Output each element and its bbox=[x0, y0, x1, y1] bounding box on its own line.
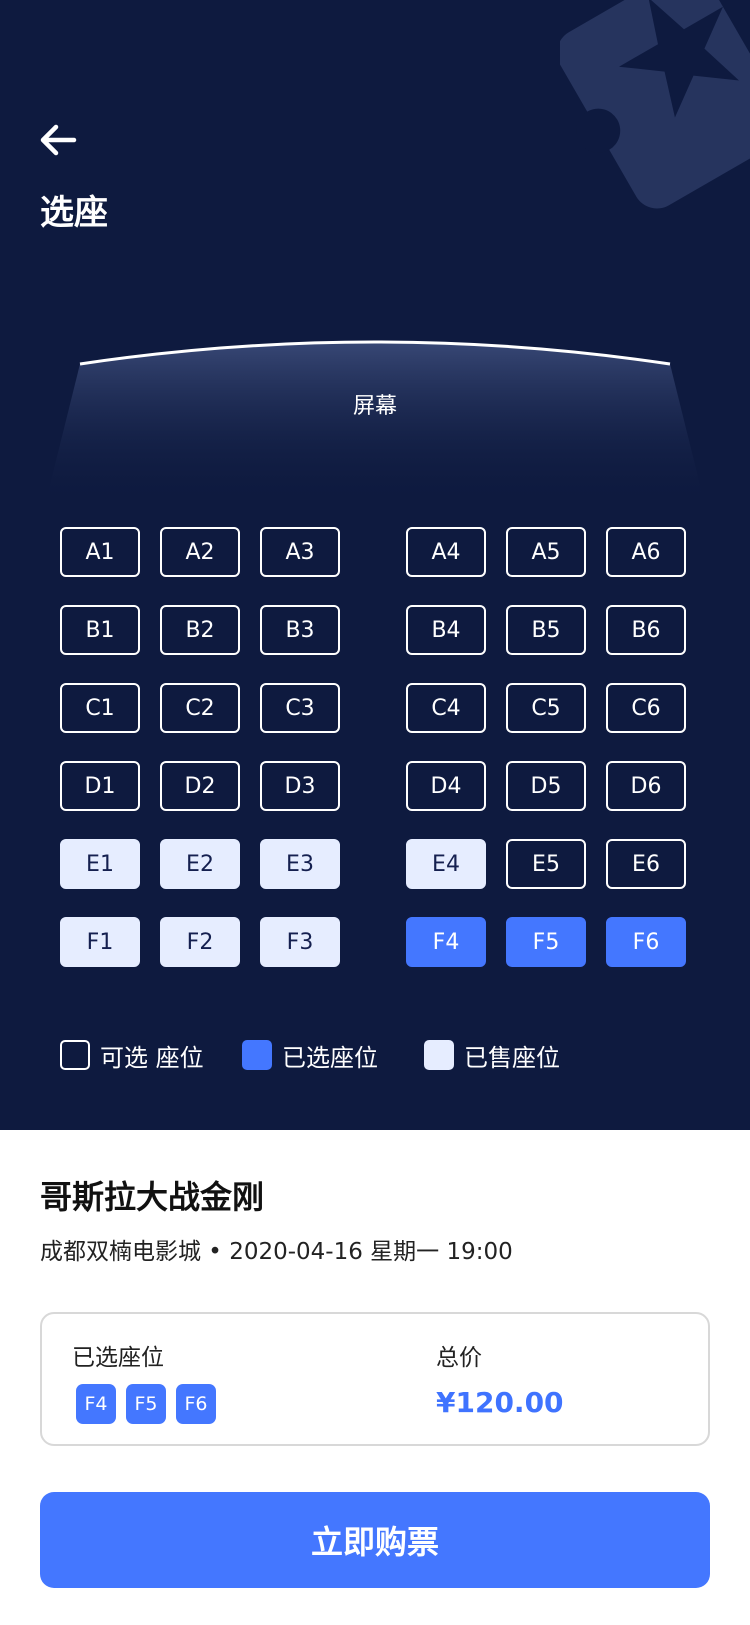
legend-selected: 已选座位 bbox=[242, 1038, 378, 1072]
selected-seats-label: 已选座位 bbox=[72, 1345, 164, 1371]
page-title: 选座 bbox=[40, 193, 108, 233]
legend-sold: 已售座位 bbox=[424, 1038, 560, 1072]
selected-seat-chip: F5 bbox=[126, 1384, 166, 1424]
total-price: ¥120.00 bbox=[436, 1386, 564, 1419]
seat-c2[interactable]: C2 bbox=[160, 683, 240, 733]
selected-seat-chips: F4 F5 F6 bbox=[76, 1384, 216, 1424]
seat-e2: E2 bbox=[160, 839, 240, 889]
seat-f3: F3 bbox=[260, 917, 340, 967]
seat-a3[interactable]: A3 bbox=[260, 527, 340, 577]
seat-e3: E3 bbox=[260, 839, 340, 889]
movie-title: 哥斯拉大战金刚 bbox=[40, 1178, 265, 1216]
selected-seat-swatch bbox=[242, 1040, 272, 1070]
seat-c6[interactable]: C6 bbox=[606, 683, 686, 733]
legend-available: 可选 座位 bbox=[60, 1038, 204, 1072]
buy-ticket-button[interactable]: 立即购票 bbox=[40, 1492, 710, 1588]
seat-d3[interactable]: D3 bbox=[260, 761, 340, 811]
seat-a6[interactable]: A6 bbox=[606, 527, 686, 577]
seat-d5[interactable]: D5 bbox=[506, 761, 586, 811]
seat-f4[interactable]: F4 bbox=[406, 917, 486, 967]
seat-d2[interactable]: D2 bbox=[160, 761, 240, 811]
seat-f6[interactable]: F6 bbox=[606, 917, 686, 967]
seat-b5[interactable]: B5 bbox=[506, 605, 586, 655]
ticket-star-icon bbox=[560, 0, 750, 209]
seat-d6[interactable]: D6 bbox=[606, 761, 686, 811]
seat-e5[interactable]: E5 bbox=[506, 839, 586, 889]
legend-available-label: 可选 座位 bbox=[100, 1043, 204, 1072]
seat-c5[interactable]: C5 bbox=[506, 683, 586, 733]
seat-c3[interactable]: C3 bbox=[260, 683, 340, 733]
seat-a4[interactable]: A4 bbox=[406, 527, 486, 577]
seat-c1[interactable]: C1 bbox=[60, 683, 140, 733]
seat-d4[interactable]: D4 bbox=[406, 761, 486, 811]
total-price-label: 总价 bbox=[436, 1345, 482, 1371]
available-seat-swatch bbox=[60, 1040, 90, 1070]
seat-b4[interactable]: B4 bbox=[406, 605, 486, 655]
seat-a1[interactable]: A1 bbox=[60, 527, 140, 577]
selected-seat-chip: F6 bbox=[176, 1384, 216, 1424]
seat-c4[interactable]: C4 bbox=[406, 683, 486, 733]
showtime-info: 成都双楠电影城 • 2020-04-16 星期一 19:00 bbox=[40, 1239, 513, 1265]
seat-f5[interactable]: F5 bbox=[506, 917, 586, 967]
seat-b1[interactable]: B1 bbox=[60, 605, 140, 655]
seat-a5[interactable]: A5 bbox=[506, 527, 586, 577]
seat-a2[interactable]: A2 bbox=[160, 527, 240, 577]
cinema-screen bbox=[45, 340, 705, 505]
sold-seat-swatch bbox=[424, 1040, 454, 1070]
selected-seat-chip: F4 bbox=[76, 1384, 116, 1424]
seat-f1: F1 bbox=[60, 917, 140, 967]
seat-d1[interactable]: D1 bbox=[60, 761, 140, 811]
seat-b3[interactable]: B3 bbox=[260, 605, 340, 655]
back-arrow-icon[interactable] bbox=[36, 118, 80, 162]
legend-sold-label: 已售座位 bbox=[464, 1043, 560, 1072]
legend-selected-label: 已选座位 bbox=[282, 1043, 378, 1072]
screen-label: 屏幕 bbox=[352, 394, 397, 419]
order-summary-card: 已选座位 F4 F5 F6 总价 ¥120.00 bbox=[40, 1312, 710, 1446]
seat-e4: E4 bbox=[406, 839, 486, 889]
seat-b2[interactable]: B2 bbox=[160, 605, 240, 655]
seat-e1: E1 bbox=[60, 839, 140, 889]
seat-e6[interactable]: E6 bbox=[606, 839, 686, 889]
seat-b6[interactable]: B6 bbox=[606, 605, 686, 655]
seat-map-section: 选座 屏幕 A1 A2 A3 A4 A5 A6 B1 B2 B3 B4 B5 B6 C1 C2 C3 C4 C5… bbox=[0, 0, 750, 1130]
seat-f2: F2 bbox=[160, 917, 240, 967]
